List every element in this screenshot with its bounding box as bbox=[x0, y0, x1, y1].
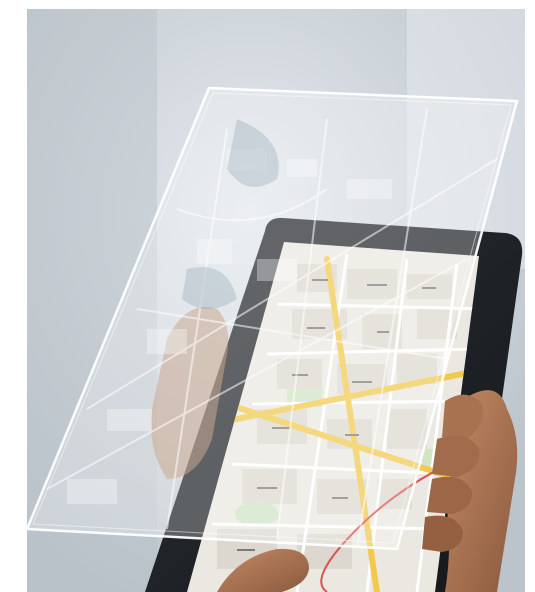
photo-frame bbox=[27, 9, 525, 592]
photo-illustration bbox=[27, 9, 525, 592]
photo-scene bbox=[0, 0, 535, 592]
